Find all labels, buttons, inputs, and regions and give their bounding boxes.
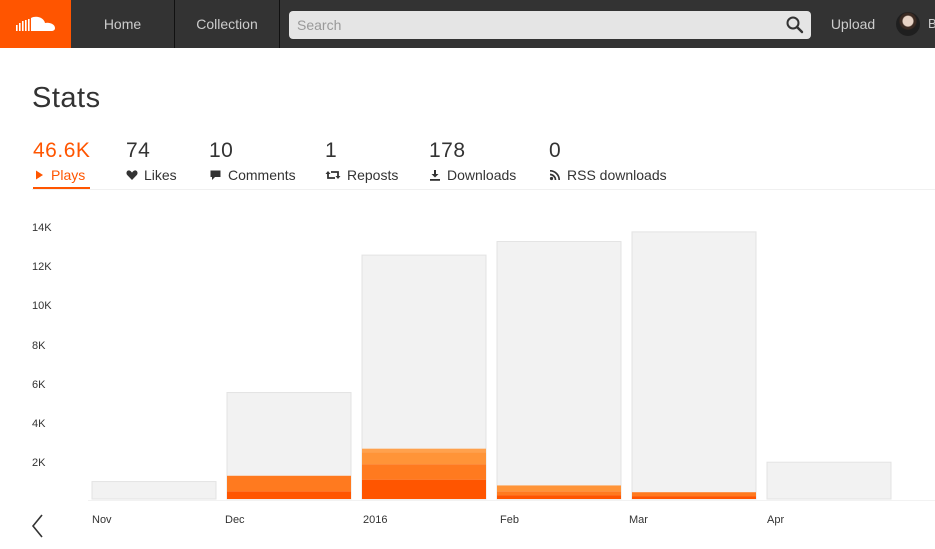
bar-total-nov[interactable] bbox=[91, 481, 217, 500]
bar-segment-feb-1[interactable] bbox=[497, 491, 621, 496]
bar-segment-feb-2[interactable] bbox=[497, 485, 621, 492]
plays-bar-chart bbox=[91, 231, 892, 500]
chart-baseline bbox=[88, 500, 935, 501]
bar-segment-dec-1[interactable] bbox=[227, 475, 351, 492]
bar-total-mar[interactable] bbox=[631, 231, 757, 500]
x-tick-feb: Feb bbox=[500, 514, 519, 526]
x-tick-nov: Nov bbox=[92, 514, 112, 526]
bar-total-feb[interactable] bbox=[496, 241, 622, 500]
bar-segment-dec-0[interactable] bbox=[227, 491, 351, 499]
x-tick-apr: Apr bbox=[767, 514, 785, 526]
x-tick-2016: 2016 bbox=[363, 514, 388, 526]
bar-segment-mar-1[interactable] bbox=[632, 492, 756, 497]
bar-total-apr[interactable] bbox=[766, 461, 892, 500]
bar-segment-feb-0[interactable] bbox=[497, 495, 621, 499]
x-tick-dec: Dec bbox=[225, 514, 245, 526]
previous-period-button[interactable] bbox=[28, 512, 48, 540]
bar-segment-2016-0[interactable] bbox=[362, 479, 486, 499]
bar-segment-2016-1[interactable] bbox=[362, 464, 486, 480]
bar-segment-mar-0[interactable] bbox=[632, 496, 756, 499]
x-tick-mar: Mar bbox=[629, 514, 648, 526]
bar-segment-2016-3[interactable] bbox=[362, 448, 486, 453]
chevron-left-icon bbox=[31, 514, 43, 538]
bar-segment-2016-2[interactable] bbox=[362, 452, 486, 465]
